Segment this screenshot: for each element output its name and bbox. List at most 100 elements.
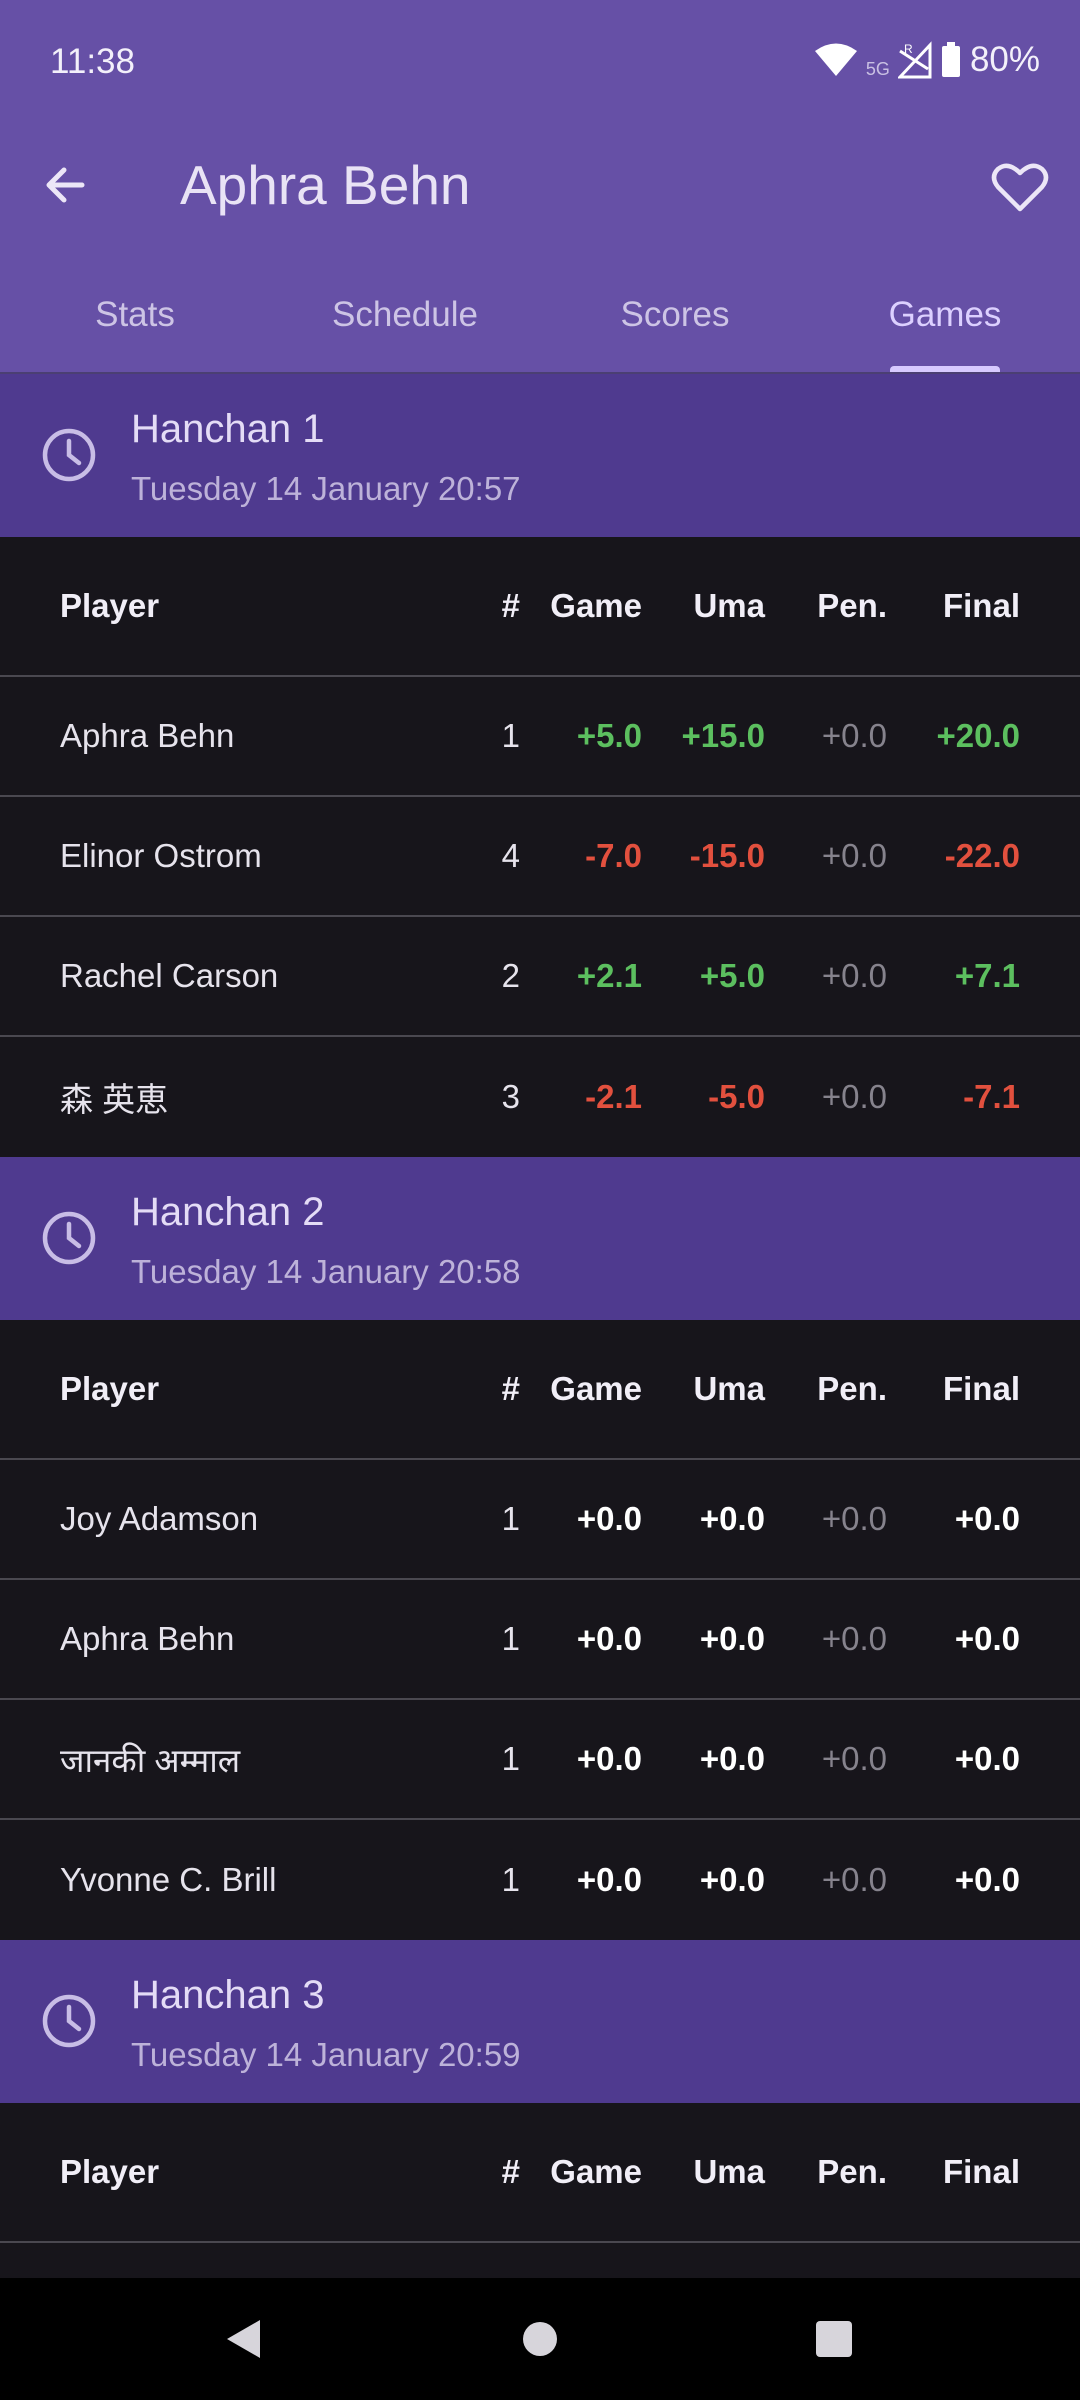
uma-score: +0.0 (699, 1740, 765, 1777)
table-header-row: Player # Game Uma Pen. Final (0, 1320, 1080, 1460)
table-row: जानकी अम्माल 1 +0.0 +0.0 +0.0 +0.0 (0, 1700, 1080, 1820)
col-header-position: # (501, 587, 520, 624)
table-row: 森 英恵 3 -2.1 -5.0 +0.0 -7.1 (0, 1037, 1080, 1157)
cell-signal-icon: R (897, 41, 932, 79)
clock-icon (42, 428, 96, 482)
uma-score: -15.0 (689, 837, 765, 874)
uma-score: +0.0 (699, 1500, 765, 1537)
nav-back-icon[interactable] (210, 2306, 276, 2372)
app-bar: Aphra Behn (0, 125, 1080, 245)
uma-score: +0.0 (699, 1861, 765, 1898)
col-header-penalty: Pen. (817, 2153, 887, 2190)
arrow-back-icon[interactable] (40, 155, 100, 215)
player-position: 1 (501, 1620, 520, 1657)
game-score: +0.0 (576, 1620, 642, 1657)
game-date: Tuesday 14 January 20:58 (131, 1253, 521, 1290)
col-header-player: Player (60, 1370, 160, 1407)
final-score: +0.0 (954, 1620, 1020, 1657)
col-header-penalty: Pen. (817, 587, 887, 624)
tab-label: Stats (95, 295, 175, 334)
tab-games[interactable]: Games (810, 270, 1080, 374)
player-position: 4 (501, 837, 520, 874)
svg-text:R: R (904, 42, 913, 56)
battery-percent: 80% (969, 40, 1040, 79)
table-header-row: Player # Game Uma Pen. Final (0, 2103, 1080, 2243)
player-name: जानकी अम्माल (60, 1741, 241, 1779)
tab-label: Games (888, 295, 1002, 334)
heart-outline-icon[interactable] (990, 157, 1050, 217)
final-score: +0.0 (954, 1861, 1020, 1898)
game-score: +0.0 (576, 1740, 642, 1777)
col-header-game: Game (550, 1370, 642, 1407)
col-header-uma: Uma (693, 2153, 765, 2190)
final-score: -7.1 (963, 1078, 1020, 1115)
player-position: 1 (501, 1861, 520, 1898)
player-name: Yvonne C. Brill (60, 1861, 277, 1898)
uma-score: +0.0 (699, 1620, 765, 1657)
penalty-score: +0.0 (821, 1620, 887, 1657)
nav-recents-icon[interactable] (801, 2306, 867, 2372)
game-title: Hanchan 2 (131, 1190, 325, 1234)
penalty-score: +0.0 (821, 717, 887, 754)
final-score: -22.0 (944, 837, 1020, 874)
uma-score: -5.0 (708, 1078, 765, 1115)
page-title: Aphra Behn (180, 154, 471, 216)
penalty-score: +0.0 (821, 837, 887, 874)
penalty-score: +0.0 (821, 1740, 887, 1777)
player-position: 3 (501, 1078, 520, 1115)
col-header-position: # (501, 1370, 520, 1407)
clock-icon (42, 1211, 96, 1265)
tab-bar: Stats Schedule Scores Games (0, 270, 1080, 374)
game-score: -7.0 (585, 837, 642, 874)
tab-schedule[interactable]: Schedule (270, 270, 540, 374)
player-position: 1 (501, 1740, 520, 1777)
tab-label: Scores (620, 295, 730, 334)
network-type-label: 5G (865, 58, 890, 79)
system-nav-bar (0, 2278, 1080, 2400)
table-row: Aphra Behn 1 +0.0 +0.0 +0.0 +0.0 (0, 1580, 1080, 1700)
status-bar: 11:38 5G R 80% (0, 0, 1080, 125)
player-name: Joy Adamson (60, 1500, 259, 1537)
col-header-player: Player (60, 587, 160, 624)
final-score: +20.0 (936, 717, 1021, 754)
battery-icon (941, 42, 960, 77)
game-title: Hanchan 1 (131, 407, 325, 451)
player-name: Rachel Carson (60, 957, 279, 994)
game-score: +0.0 (576, 1500, 642, 1537)
wifi-icon (814, 43, 857, 76)
player-position: 1 (501, 717, 520, 754)
col-header-final: Final (942, 2153, 1020, 2190)
table-row: Aphra Behn 1 +5.0 +15.0 +0.0 +20.0 (0, 677, 1080, 797)
col-header-player: Player (60, 2153, 160, 2190)
game-header[interactable]: Hanchan 2 Tuesday 14 January 20:58 (0, 1157, 1080, 1320)
game-score: +2.1 (576, 957, 642, 994)
player-position: 1 (501, 1500, 520, 1537)
uma-score: +5.0 (699, 957, 765, 994)
col-header-penalty: Pen. (817, 1370, 887, 1407)
tab-scores[interactable]: Scores (540, 270, 810, 374)
uma-score: +15.0 (681, 717, 766, 754)
game-score: -2.1 (585, 1078, 642, 1115)
player-position: 2 (501, 957, 520, 994)
table-row: Yvonne C. Brill 1 +0.0 +0.0 +0.0 +0.0 (0, 1820, 1080, 1940)
table-header-row: Player # Game Uma Pen. Final (0, 537, 1080, 677)
status-icons: 5G R 80% (814, 40, 1040, 80)
penalty-score: +0.0 (821, 1078, 887, 1115)
clock-icon (42, 1994, 96, 2048)
final-score: +0.0 (954, 1500, 1020, 1537)
game-header[interactable]: Hanchan 1 Tuesday 14 January 20:57 (0, 374, 1080, 537)
penalty-score: +0.0 (821, 957, 887, 994)
game-date: Tuesday 14 January 20:57 (131, 470, 521, 507)
game-header[interactable]: Hanchan 3 Tuesday 14 January 20:59 (0, 1940, 1080, 2103)
player-name: 森 英恵 (60, 1081, 169, 1118)
penalty-score: +0.0 (821, 1500, 887, 1537)
final-score: +7.1 (954, 957, 1020, 994)
tab-stats[interactable]: Stats (0, 270, 270, 374)
col-header-game: Game (550, 2153, 642, 2190)
player-name: Aphra Behn (60, 1620, 235, 1657)
col-header-final: Final (942, 1370, 1020, 1407)
nav-home-icon[interactable] (507, 2306, 573, 2372)
col-header-game: Game (550, 587, 642, 624)
game-score: +5.0 (576, 717, 642, 754)
col-header-uma: Uma (693, 1370, 765, 1407)
